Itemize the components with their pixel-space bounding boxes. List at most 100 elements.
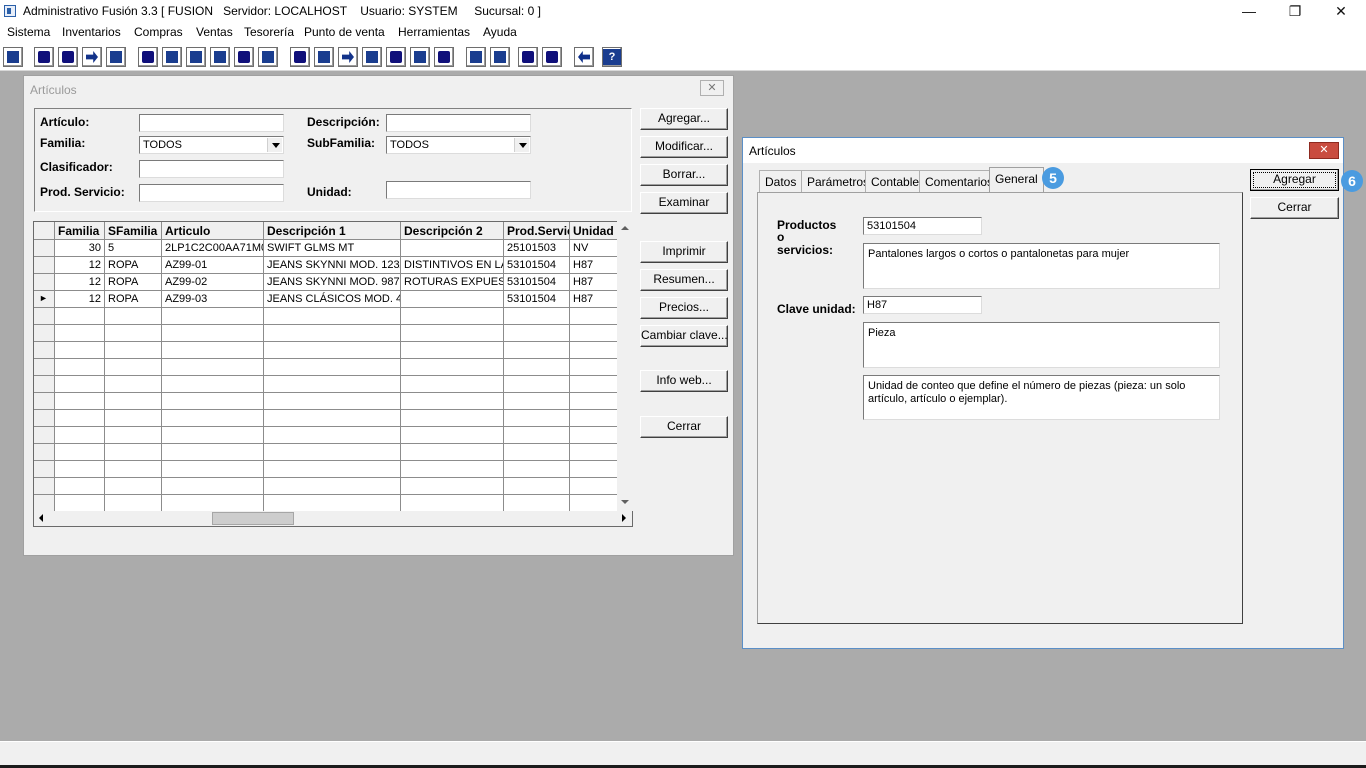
empty-cell[interactable] bbox=[401, 308, 504, 325]
toolbar-zoom-icon[interactable] bbox=[490, 47, 510, 67]
empty-cell[interactable] bbox=[105, 478, 162, 495]
restore-button[interactable]: ❐ bbox=[1272, 0, 1318, 23]
empty-cell[interactable] bbox=[264, 461, 401, 478]
clasificador-input[interactable] bbox=[139, 160, 284, 178]
row-selector[interactable] bbox=[34, 444, 55, 461]
empty-cell[interactable] bbox=[162, 342, 264, 359]
col-header-prodservic[interactable]: Prod.Servic bbox=[504, 222, 570, 240]
info-web-button[interactable]: Info web... bbox=[640, 370, 728, 392]
empty-cell[interactable] bbox=[105, 427, 162, 444]
row-selector[interactable] bbox=[34, 257, 55, 274]
toolbar-dollar-icon[interactable] bbox=[386, 47, 406, 67]
empty-cell[interactable] bbox=[264, 376, 401, 393]
empty-cell[interactable] bbox=[162, 461, 264, 478]
table-cell[interactable]: 12 bbox=[55, 274, 105, 291]
productos-code-input[interactable]: 53101504 bbox=[863, 217, 982, 235]
toolbar-calculator-icon[interactable] bbox=[3, 47, 23, 67]
grid-vertical-scrollbar[interactable] bbox=[617, 221, 633, 511]
agregar-detail-button[interactable]: Agregar bbox=[1250, 169, 1339, 191]
toolbar-table-icon[interactable] bbox=[434, 47, 454, 67]
empty-cell[interactable] bbox=[264, 410, 401, 427]
scroll-down-icon[interactable] bbox=[621, 500, 629, 504]
col-header-descripcion2[interactable]: Descripción 2 bbox=[401, 222, 504, 240]
row-selector[interactable] bbox=[34, 308, 55, 325]
articulo-detail-close-button[interactable]: ✕ bbox=[1309, 142, 1339, 159]
row-selector[interactable] bbox=[34, 274, 55, 291]
empty-cell[interactable] bbox=[570, 359, 620, 376]
empty-cell[interactable] bbox=[55, 427, 105, 444]
toolbar-users-icon[interactable] bbox=[290, 47, 310, 67]
col-header-descripcion1[interactable]: Descripción 1 bbox=[264, 222, 401, 240]
empty-cell[interactable] bbox=[105, 376, 162, 393]
unidad-input[interactable] bbox=[386, 181, 531, 199]
table-cell[interactable] bbox=[401, 291, 504, 308]
empty-cell[interactable] bbox=[504, 410, 570, 427]
empty-cell[interactable] bbox=[105, 308, 162, 325]
col-header-sfamilia[interactable]: SFamilia bbox=[105, 222, 162, 240]
toolbar-printer-icon[interactable] bbox=[210, 47, 230, 67]
table-cell[interactable]: ROPA bbox=[105, 274, 162, 291]
empty-cell[interactable] bbox=[105, 325, 162, 342]
empty-cell[interactable] bbox=[105, 359, 162, 376]
empty-cell[interactable] bbox=[105, 444, 162, 461]
empty-cell[interactable] bbox=[55, 359, 105, 376]
toolbar-help-icon[interactable]: ? bbox=[602, 47, 622, 67]
empty-cell[interactable] bbox=[264, 308, 401, 325]
empty-cell[interactable] bbox=[55, 308, 105, 325]
empty-cell[interactable] bbox=[570, 342, 620, 359]
empty-cell[interactable] bbox=[570, 427, 620, 444]
row-selector[interactable] bbox=[34, 376, 55, 393]
empty-cell[interactable] bbox=[162, 444, 264, 461]
row-selector[interactable] bbox=[34, 427, 55, 444]
empty-cell[interactable] bbox=[264, 359, 401, 376]
toolbar-home-icon[interactable] bbox=[466, 47, 486, 67]
toolbar-report-icon[interactable] bbox=[410, 47, 430, 67]
table-cell[interactable]: H87 bbox=[570, 291, 620, 308]
empty-cell[interactable] bbox=[55, 325, 105, 342]
familia-select[interactable]: TODOS bbox=[139, 136, 284, 154]
table-cell[interactable]: 5 bbox=[105, 240, 162, 257]
empty-cell[interactable] bbox=[105, 461, 162, 478]
menu-tesoreria[interactable]: Tesorería bbox=[244, 25, 294, 39]
empty-cell[interactable] bbox=[401, 359, 504, 376]
empty-cell[interactable] bbox=[401, 376, 504, 393]
tab-parametros[interactable]: Parámetros bbox=[801, 170, 876, 192]
table-cell[interactable] bbox=[401, 240, 504, 257]
empty-cell[interactable] bbox=[504, 393, 570, 410]
empty-cell[interactable] bbox=[570, 495, 620, 512]
empty-cell[interactable] bbox=[55, 444, 105, 461]
table-cell[interactable]: DISTINTIVOS EN LA bbox=[401, 257, 504, 274]
tab-datos[interactable]: Datos bbox=[759, 170, 803, 192]
table-cell[interactable]: 12 bbox=[55, 291, 105, 308]
chevron-down-icon[interactable] bbox=[267, 138, 282, 152]
empty-cell[interactable] bbox=[504, 461, 570, 478]
empty-cell[interactable] bbox=[55, 410, 105, 427]
row-selector[interactable] bbox=[34, 342, 55, 359]
toolbar-print-icon[interactable] bbox=[186, 47, 206, 67]
table-cell[interactable]: SWIFT GLMS MT bbox=[264, 240, 401, 257]
row-selector[interactable] bbox=[34, 478, 55, 495]
empty-cell[interactable] bbox=[264, 444, 401, 461]
empty-cell[interactable] bbox=[504, 342, 570, 359]
col-header-articulo[interactable]: Articulo bbox=[162, 222, 264, 240]
row-selector[interactable] bbox=[34, 240, 55, 257]
empty-cell[interactable] bbox=[401, 478, 504, 495]
toolbar-user-icon[interactable] bbox=[138, 47, 158, 67]
scroll-thumb[interactable] bbox=[212, 512, 294, 525]
descripcion-input[interactable] bbox=[386, 114, 531, 132]
empty-cell[interactable] bbox=[401, 495, 504, 512]
menu-punto-de-venta[interactable]: Punto de venta bbox=[304, 25, 385, 39]
empty-cell[interactable] bbox=[504, 478, 570, 495]
scroll-up-icon[interactable] bbox=[621, 226, 629, 230]
table-cell[interactable]: NV bbox=[570, 240, 620, 257]
empty-cell[interactable] bbox=[162, 478, 264, 495]
empty-cell[interactable] bbox=[105, 342, 162, 359]
scroll-left-icon[interactable] bbox=[39, 514, 43, 522]
empty-cell[interactable] bbox=[105, 495, 162, 512]
empty-cell[interactable] bbox=[162, 495, 264, 512]
empty-cell[interactable] bbox=[55, 393, 105, 410]
tab-comentarios[interactable]: Comentarios bbox=[919, 170, 1000, 192]
resumen-button[interactable]: Resumen... bbox=[640, 269, 728, 291]
menu-sistema[interactable]: Sistema bbox=[7, 25, 50, 39]
toolbar-window-icon[interactable] bbox=[314, 47, 334, 67]
